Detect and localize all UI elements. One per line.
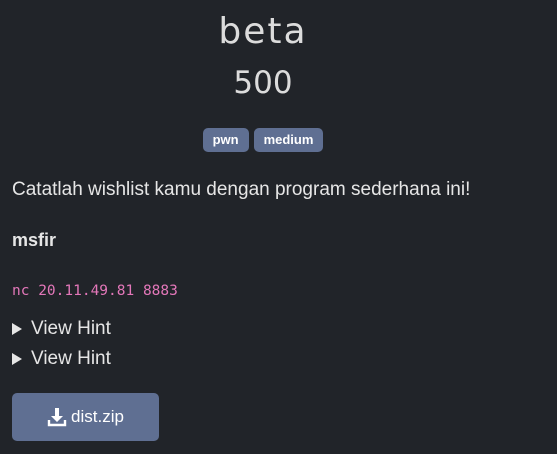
hint-toggle-1[interactable]: View Hint	[12, 317, 111, 341]
hint-label: View Hint	[31, 318, 111, 339]
challenge-title: beta	[218, 11, 308, 52]
connection-command: nc 20.11.49.81 8883	[12, 283, 178, 299]
challenge-description: Catatlah wishlist kamu dengan program se…	[12, 179, 471, 200]
tag-list: pwn medium	[0, 128, 526, 152]
hint-label: View Hint	[31, 348, 111, 369]
disclosure-triangle-icon	[12, 353, 22, 365]
tag-category: pwn	[202, 128, 249, 152]
disclosure-triangle-icon	[12, 323, 22, 335]
challenge-author: msfir	[12, 230, 57, 250]
download-file-label: dist.zip	[71, 407, 124, 426]
hint-toggle-2[interactable]: View Hint	[12, 347, 111, 371]
download-file-button[interactable]: dist.zip	[12, 393, 159, 441]
download-icon	[47, 408, 67, 427]
challenge-points: 500	[233, 65, 293, 101]
tag-difficulty: medium	[253, 128, 324, 152]
